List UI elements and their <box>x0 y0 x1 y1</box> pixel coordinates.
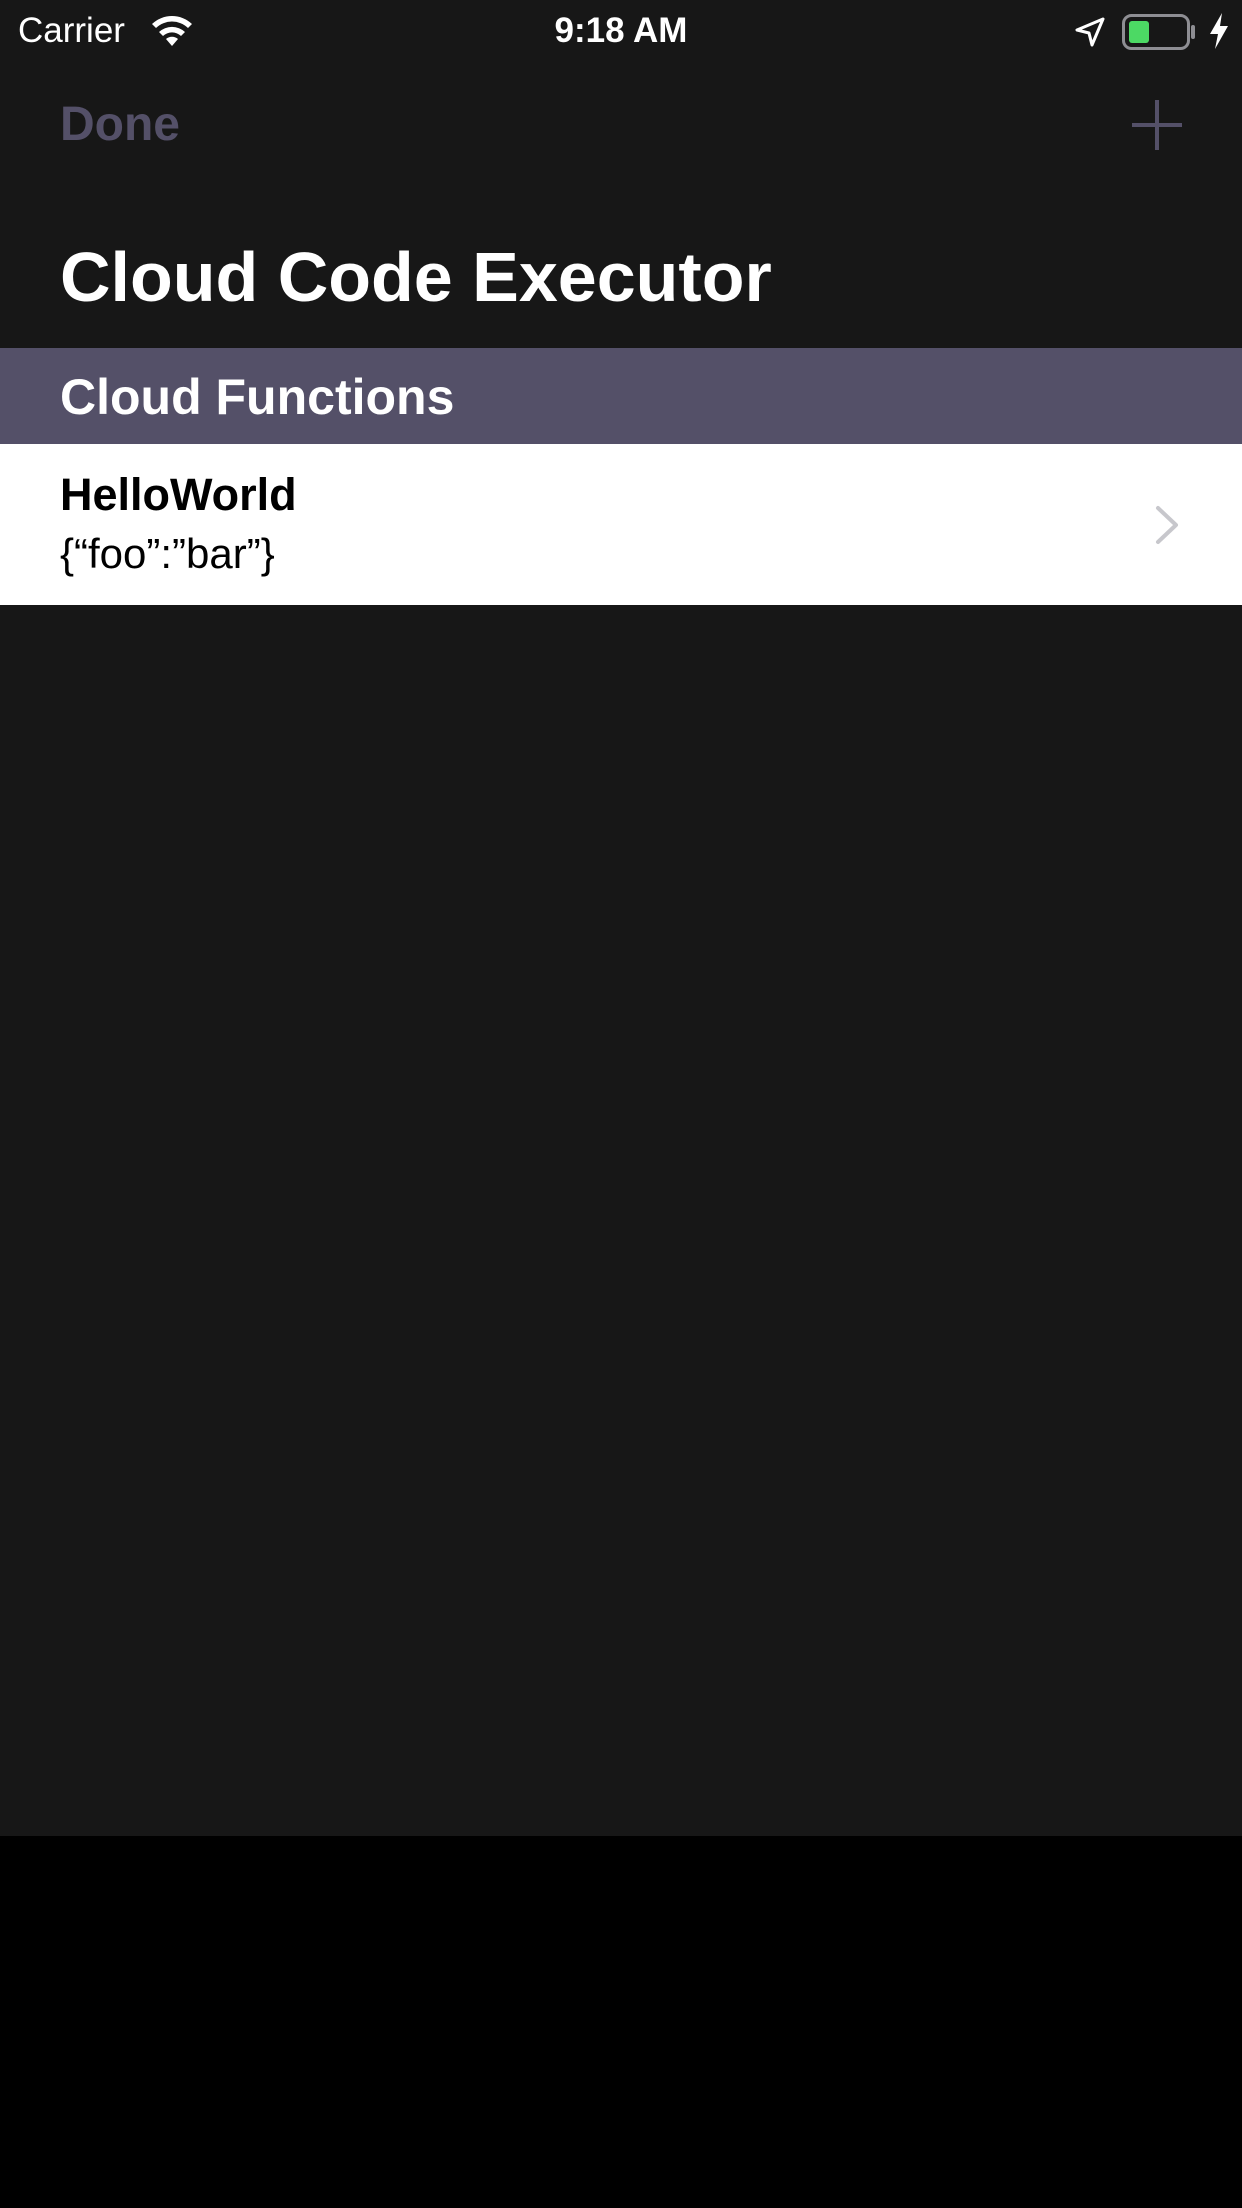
done-button[interactable]: Done <box>60 96 180 154</box>
charging-bolt-icon <box>1210 13 1228 49</box>
app-screen: Carrier 9:18 AM Done Cloud Code Executor… <box>0 0 1242 1836</box>
section-title: Cloud Functions <box>60 369 455 425</box>
function-params: {“foo”:”bar”} <box>60 530 275 577</box>
list-item-helloworld[interactable]: HelloWorld {“foo”:”bar”} <box>0 444 1242 605</box>
plus-icon[interactable] <box>1130 98 1184 152</box>
page-title: Cloud Code Executor <box>60 238 772 316</box>
status-time: 9:18 AM <box>554 11 688 50</box>
section-header-cloud-functions: Cloud Functions <box>0 348 1242 444</box>
chevron-right-icon <box>1156 506 1178 544</box>
function-name: HelloWorld <box>60 469 297 520</box>
status-bar: Carrier 9:18 AM <box>0 0 1242 62</box>
location-arrow-icon <box>1075 17 1105 47</box>
battery-icon <box>1122 14 1195 50</box>
